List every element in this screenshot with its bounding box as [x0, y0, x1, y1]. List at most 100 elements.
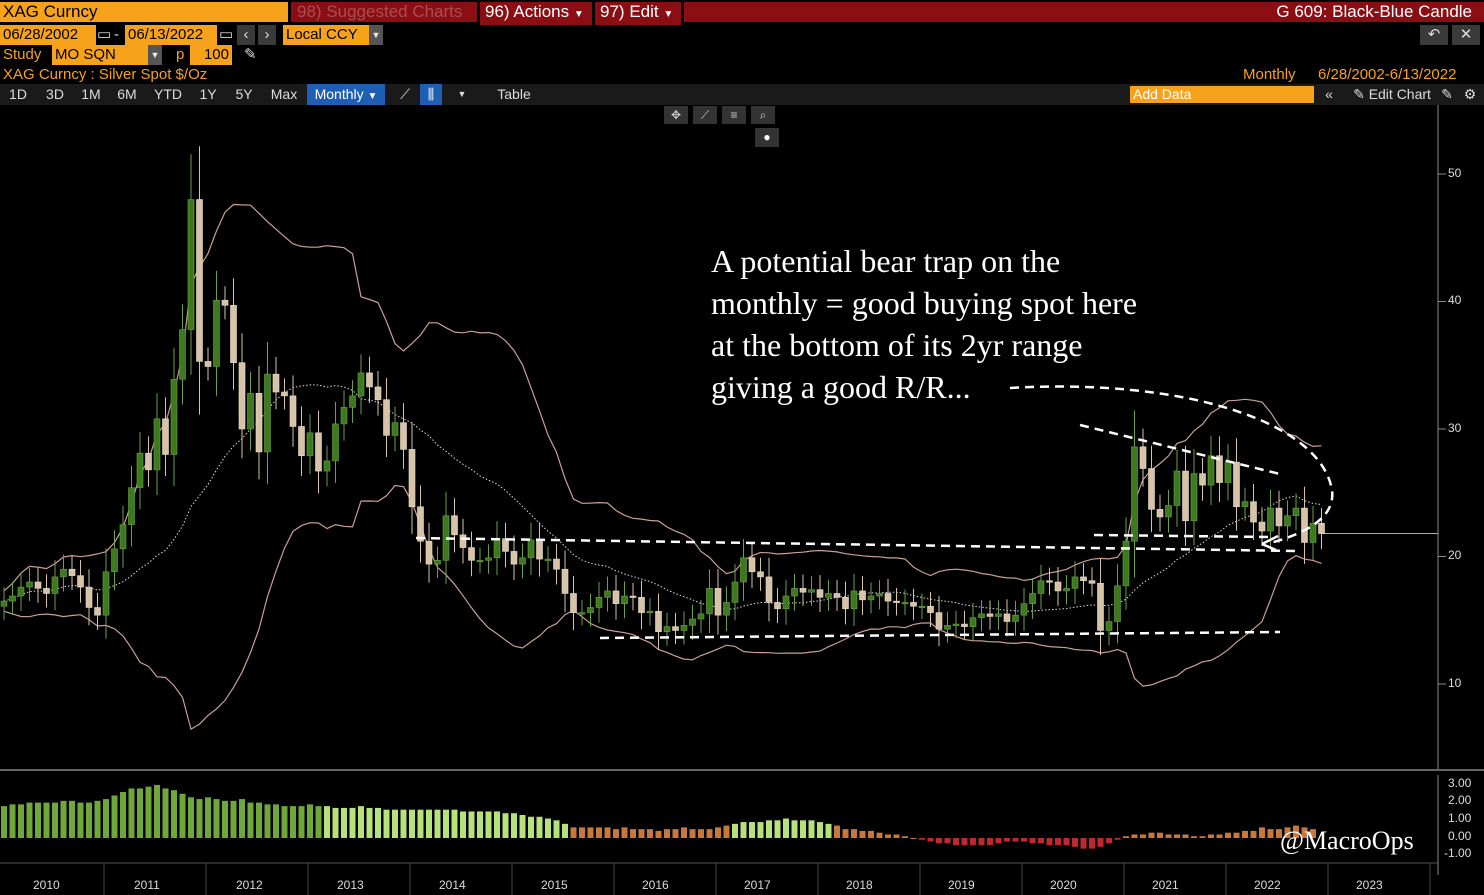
oscillator-bar [851, 829, 857, 838]
annotation-line: monthly = good buying spot here [711, 285, 1138, 321]
annotation-line: A potential bear trap on the [711, 243, 1061, 279]
candle-body [808, 589, 815, 593]
oscillator-bar [885, 834, 891, 838]
dropdown-arrow-icon[interactable]: ▼ [452, 84, 472, 105]
period-param-input[interactable]: 100 [190, 45, 232, 65]
candle-body [179, 329, 186, 380]
edit-chart-button[interactable]: ✎ Edit Chart [1344, 84, 1440, 105]
support-line [599, 630, 1281, 640]
candle-body [638, 596, 645, 613]
oscillator-bar [681, 827, 687, 838]
oscillator-bar [341, 807, 347, 838]
oscillator-bar [766, 820, 772, 838]
security-description: XAG Curncy : Silver Spot $/Oz [3, 66, 208, 83]
oscillator-bar [213, 799, 220, 838]
oscillator-bar [936, 838, 942, 844]
candle-body [765, 576, 773, 603]
oscillator-bar [52, 802, 58, 838]
collapse-icon[interactable]: « [1320, 84, 1338, 105]
oscillator-bar [239, 799, 245, 838]
next-arrow-icon[interactable]: › [258, 25, 276, 45]
study-select[interactable]: MO SQN ▼ [52, 45, 162, 65]
edit-menu-button[interactable]: 97) Edit ▼ [595, 2, 681, 25]
oscillator-bar [570, 827, 577, 838]
period-ytd-button[interactable]: YTD [148, 84, 188, 105]
period-3d-button[interactable]: 3D [38, 84, 72, 105]
oscillator-bar [120, 791, 126, 838]
candle-body [961, 623, 968, 627]
frequency-select[interactable]: Monthly ▼ [307, 84, 385, 105]
candle-body [1275, 507, 1283, 527]
calendar-icon[interactable]: ▭ [97, 25, 111, 45]
gear-icon[interactable]: ⚙ [1460, 84, 1480, 105]
oscillator-bar [69, 800, 75, 838]
x-tick-label: 2018 [846, 878, 873, 892]
start-date-input[interactable]: 06/28/2002 [0, 25, 96, 45]
add-data-input[interactable]: Add Data [1130, 86, 1314, 103]
candle-body [289, 395, 297, 427]
security-field[interactable]: XAG Curncy [0, 2, 288, 22]
period-1y-button[interactable]: 1Y [192, 84, 224, 105]
oscillator-bar [1063, 838, 1070, 846]
x-tick-label: 2012 [236, 878, 263, 892]
period-1d-button[interactable]: 1D [2, 84, 34, 105]
candle-body [1054, 581, 1062, 592]
oscillator-bar [910, 838, 917, 839]
oscillator-bar [383, 809, 390, 838]
oscillator-bar [366, 807, 373, 838]
osc-tick-label: 3.00 [1448, 776, 1472, 790]
oscillator-bar [485, 811, 492, 838]
oscillator-bar [1242, 830, 1248, 838]
close-icon[interactable]: ✕ [1452, 25, 1480, 45]
oscillator-bar [290, 806, 296, 838]
candle-body [94, 607, 101, 616]
candle-body [85, 586, 93, 608]
osc-tick-label: 1.00 [1448, 811, 1472, 825]
suggested-charts-button[interactable]: 98) Suggested Charts [291, 2, 477, 22]
oscillator-bar [94, 800, 101, 838]
price-chart[interactable] [0, 105, 1484, 895]
candle-body [978, 613, 985, 619]
pencil-icon[interactable]: ✎ [244, 45, 257, 65]
previous-arrow-icon[interactable]: ‹ [237, 25, 255, 45]
period-6m-button[interactable]: 6M [110, 84, 144, 105]
candle-body [332, 423, 339, 462]
period-max-button[interactable]: Max [264, 84, 304, 105]
oscillator-bar [1123, 836, 1129, 838]
oscillator-bar [1208, 834, 1214, 838]
edit-icon[interactable]: ✎ [1438, 84, 1456, 105]
study-bar: Study MO SQN ▼ p 100 ✎ [0, 45, 1484, 65]
candle-body [1037, 580, 1045, 594]
actions-menu-button[interactable]: 96) Actions ▼ [480, 2, 592, 25]
candle-body [145, 452, 152, 471]
range-indicator: 6/28/2002-6/13/2022 [1318, 66, 1457, 83]
chart-annotation: A potential bear trap on the monthly = g… [711, 240, 1231, 408]
y-tick-label: 40 [1448, 293, 1462, 307]
undo-icon[interactable]: ↶ [1420, 25, 1448, 45]
oscillator-bar [834, 825, 840, 838]
candle-body [884, 593, 892, 602]
candle-body [128, 487, 135, 525]
calendar-icon[interactable]: ▭ [219, 25, 233, 45]
oscillator-bar [919, 838, 925, 840]
header-bar: XAG Curncy 98) Suggested Charts 96) Acti… [0, 0, 1484, 25]
candle-chart-icon[interactable]: ⫼ [420, 84, 442, 105]
currency-select[interactable]: Local CCY ▼ [283, 25, 383, 45]
end-date-input[interactable]: 06/13/2022 [125, 25, 217, 45]
candle-body [706, 588, 713, 615]
candle-body [383, 399, 390, 436]
oscillator-bar [417, 809, 424, 838]
oscillator-bar [562, 823, 568, 838]
candle-body [544, 558, 552, 561]
period-1m-button[interactable]: 1M [74, 84, 108, 105]
period-5y-button[interactable]: 5Y [228, 84, 260, 105]
oscillator-bar [953, 838, 959, 846]
table-button[interactable]: Table [488, 84, 540, 105]
candle-body [102, 571, 110, 616]
candle-body [1318, 523, 1325, 534]
candle-body [281, 391, 288, 397]
end-date: 06/13/2022 [128, 26, 204, 43]
oscillator-bar [783, 818, 789, 838]
candle-body [493, 538, 501, 559]
line-chart-icon[interactable]: ⟋ [394, 84, 416, 105]
